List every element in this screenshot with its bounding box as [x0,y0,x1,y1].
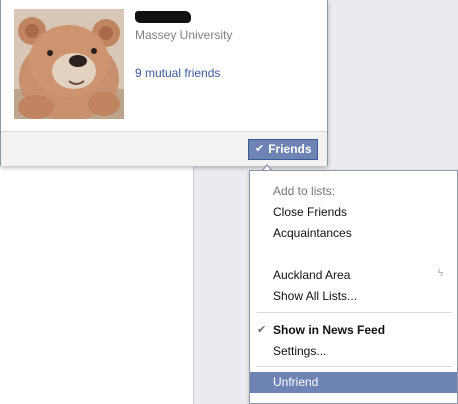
add-to-lists-header: Add to lists: [273,184,336,198]
friends-button-label: Friends [268,142,312,156]
smart-list-bolt-icon: ϟ [437,268,443,279]
check-icon: ✔ [255,143,265,155]
menu-divider [257,312,452,313]
menu-item-settings[interactable]: Settings... [273,344,326,358]
mutual-friends-link[interactable]: 9 mutual friends [135,66,220,80]
menu-item-acquaintances[interactable]: Acquaintances [273,226,352,240]
menu-item-close-friends[interactable]: Close Friends [273,205,347,219]
friends-dropdown-menu: Add to lists: Close Friends Acquaintance… [249,170,458,404]
menu-divider [257,366,452,367]
unfriend-label: Unfriend [273,375,319,389]
checkmark-icon: ✔ [257,324,267,336]
redacted-name-scribble [135,10,191,23]
menu-item-unfriend[interactable]: Unfriend [250,372,457,393]
profile-school: Massey University [135,28,233,42]
menu-item-show-all-lists[interactable]: Show All Lists... [273,289,357,303]
menu-item-auckland-area[interactable]: Auckland Area [273,268,350,282]
friends-button[interactable]: ✔ Friends [248,139,318,160]
teddy-bear-image [14,9,124,119]
profile-name[interactable] [135,9,191,23]
menu-item-show-in-news-feed[interactable]: Show in News Feed [273,323,385,337]
profile-photo[interactable] [14,9,124,119]
